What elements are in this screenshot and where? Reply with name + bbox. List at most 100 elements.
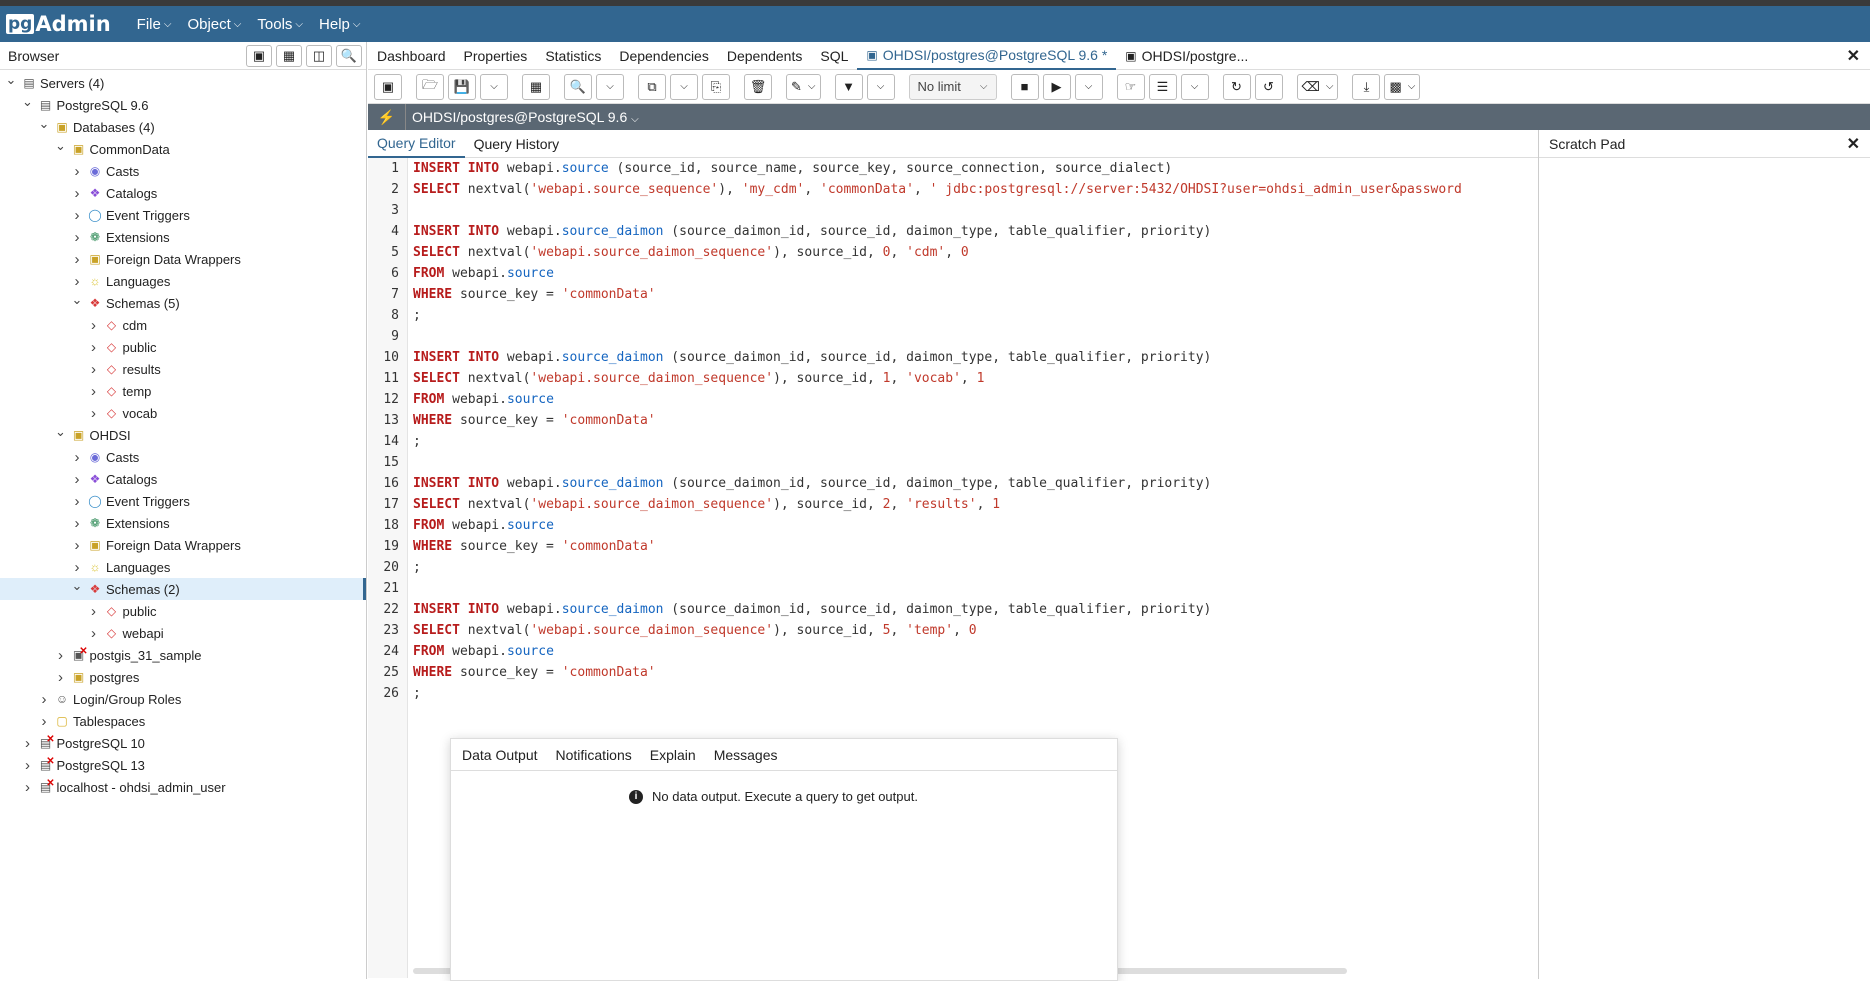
code-line[interactable]: WHERE source_key = 'commonData' bbox=[413, 536, 1462, 557]
tree-node[interactable]: › ☺ Login/Group Roles bbox=[0, 688, 366, 710]
tree-node[interactable]: › ☼ Languages bbox=[0, 556, 366, 578]
chevron-right-icon[interactable]: › bbox=[70, 273, 84, 290]
code-line[interactable]: ; bbox=[413, 557, 1462, 578]
menu-tools[interactable]: Tools ⌵ bbox=[257, 16, 303, 33]
paste-button[interactable]: ⎘ bbox=[702, 73, 730, 100]
connection-select[interactable]: OHDSI/postgres@PostgreSQL 9.6 ⌵ bbox=[412, 109, 639, 125]
menu-file[interactable]: File ⌵ bbox=[137, 16, 172, 33]
tree-node[interactable]: › ▣ Foreign Data Wrappers bbox=[0, 248, 366, 270]
tab-query-tool-2[interactable]: ▣ OHDSI/postgre... bbox=[1116, 42, 1257, 70]
macros-button[interactable]: ▩ ⌵ bbox=[1384, 73, 1421, 100]
chevron-right-icon[interactable]: › bbox=[21, 735, 35, 752]
tree-node[interactable]: › ▤ ✕ localhost - ohdsi_admin_user bbox=[0, 776, 366, 798]
copy-dropdown-button[interactable]: ⌵ bbox=[670, 73, 698, 100]
tree-node[interactable]: › ◇ vocab bbox=[0, 402, 366, 424]
tab-dependencies[interactable]: Dependencies bbox=[610, 42, 718, 70]
tree-node[interactable]: › ❖ Catalogs bbox=[0, 182, 366, 204]
chevron-down-icon[interactable]: ⌄ bbox=[54, 138, 68, 154]
delete-button[interactable]: 🗑 bbox=[744, 73, 772, 100]
chevron-right-icon[interactable]: › bbox=[87, 383, 101, 400]
tree-node[interactable]: › ▣ ✕ postgis_31_sample bbox=[0, 644, 366, 666]
chevron-right-icon[interactable]: › bbox=[87, 317, 101, 334]
close-icon[interactable]: ✕ bbox=[1847, 134, 1860, 154]
tree-node[interactable]: › ▤ ✕ PostgreSQL 10 bbox=[0, 732, 366, 754]
query-tool-button[interactable]: ▣ bbox=[246, 45, 272, 67]
tab-messages[interactable]: Messages bbox=[705, 747, 787, 763]
tree-node[interactable]: › ◯ Event Triggers bbox=[0, 490, 366, 512]
chevron-down-icon[interactable]: ⌄ bbox=[37, 116, 51, 132]
code-line[interactable]: WHERE source_key = 'commonData' bbox=[413, 410, 1462, 431]
commit-button[interactable]: ↻ bbox=[1222, 73, 1251, 100]
chevron-down-icon[interactable]: ⌄ bbox=[4, 72, 18, 88]
tree-node[interactable]: › ◉ Casts bbox=[0, 446, 366, 468]
tab-dependents[interactable]: Dependents bbox=[718, 42, 812, 70]
code-line[interactable]: ; bbox=[413, 431, 1462, 452]
chevron-down-icon[interactable]: ⌄ bbox=[21, 94, 35, 110]
tree-node[interactable]: › ◇ cdm bbox=[0, 314, 366, 336]
code-line[interactable]: INSERT INTO webapi.source_daimon (source… bbox=[413, 473, 1462, 494]
explain-analyze-button[interactable]: ☰ bbox=[1148, 73, 1177, 100]
tree-node[interactable]: ⌄ ❖ Schemas (5) bbox=[0, 292, 366, 314]
execute-button[interactable]: ▶ bbox=[1042, 73, 1071, 100]
save-dropdown-button[interactable]: ⌵ bbox=[480, 73, 508, 100]
tab-query-editor[interactable]: Query Editor bbox=[368, 130, 465, 158]
chevron-down-icon[interactable]: ⌄ bbox=[70, 578, 84, 594]
explain-button[interactable]: ☞ bbox=[1116, 73, 1145, 100]
tree-node[interactable]: › ◉ Casts bbox=[0, 160, 366, 182]
chevron-right-icon[interactable]: › bbox=[37, 691, 51, 708]
tree-node[interactable]: › ❁ Extensions bbox=[0, 512, 366, 534]
code-line[interactable]: SELECT nextval('webapi.source_daimon_seq… bbox=[413, 242, 1462, 263]
chevron-right-icon[interactable]: › bbox=[70, 515, 84, 532]
plug-icon[interactable]: ⚡ bbox=[368, 104, 406, 130]
chevron-right-icon[interactable]: › bbox=[54, 669, 68, 686]
code-line[interactable]: FROM webapi.source bbox=[413, 515, 1462, 536]
tab-query-history[interactable]: Query History bbox=[465, 130, 569, 158]
chevron-right-icon[interactable]: › bbox=[21, 757, 35, 774]
tab-notifications[interactable]: Notifications bbox=[547, 747, 641, 763]
tree-node[interactable]: › ◇ public bbox=[0, 600, 366, 622]
copy-button[interactable]: ⧉ bbox=[638, 73, 666, 100]
edit-button[interactable]: ✎ ⌵ bbox=[786, 73, 821, 100]
tab-properties[interactable]: Properties bbox=[455, 42, 537, 70]
stop-button[interactable]: ■ bbox=[1010, 73, 1039, 100]
chevron-right-icon[interactable]: › bbox=[87, 405, 101, 422]
code-line[interactable] bbox=[413, 326, 1462, 347]
tree-node[interactable]: › ▢ Tablespaces bbox=[0, 710, 366, 732]
tree-node[interactable]: › ▤ ✕ PostgreSQL 13 bbox=[0, 754, 366, 776]
tab-sql[interactable]: SQL bbox=[811, 42, 857, 70]
download-button[interactable]: ⤓ bbox=[1352, 73, 1381, 100]
code-line[interactable]: INSERT INTO webapi.source_daimon (source… bbox=[413, 221, 1462, 242]
chevron-right-icon[interactable]: › bbox=[87, 625, 101, 642]
chevron-right-icon[interactable]: › bbox=[70, 537, 84, 554]
tree-node[interactable]: › ❁ Extensions bbox=[0, 226, 366, 248]
chevron-right-icon[interactable]: › bbox=[37, 713, 51, 730]
query-tool-button[interactable]: ▣ bbox=[374, 73, 402, 100]
tree-node[interactable]: › ☼ Languages bbox=[0, 270, 366, 292]
tree-node[interactable]: ⌄ ▤ Servers (4) bbox=[0, 72, 366, 94]
search-objects-button[interactable]: 🔍 bbox=[336, 45, 362, 67]
code-line[interactable]: FROM webapi.source bbox=[413, 389, 1462, 410]
code-line[interactable]: ; bbox=[413, 683, 1462, 704]
chevron-right-icon[interactable]: › bbox=[87, 603, 101, 620]
code-line[interactable] bbox=[413, 452, 1462, 473]
chevron-right-icon[interactable]: › bbox=[54, 647, 68, 664]
clear-button[interactable]: ⌫ ⌵ bbox=[1296, 73, 1339, 100]
tab-statistics[interactable]: Statistics bbox=[536, 42, 610, 70]
chevron-right-icon[interactable]: › bbox=[70, 207, 84, 224]
chevron-right-icon[interactable]: › bbox=[70, 163, 84, 180]
chevron-down-icon[interactable]: ⌄ bbox=[70, 292, 84, 308]
tree-node[interactable]: › ❖ Catalogs bbox=[0, 468, 366, 490]
chevron-right-icon[interactable]: › bbox=[70, 229, 84, 246]
code-line[interactable]: SELECT nextval('webapi.source_daimon_seq… bbox=[413, 494, 1462, 515]
code-line[interactable]: SELECT nextval('webapi.source_daimon_seq… bbox=[413, 620, 1462, 641]
filtered-rows-button[interactable]: ◫ bbox=[306, 45, 332, 67]
menu-object[interactable]: Object ⌵ bbox=[187, 16, 241, 33]
execute-dropdown-button[interactable]: ⌵ bbox=[1074, 73, 1103, 100]
tree-node[interactable]: › ◇ webapi bbox=[0, 622, 366, 644]
code-line[interactable]: INSERT INTO webapi.source (source_id, so… bbox=[413, 158, 1462, 179]
find-button[interactable]: 🔍 bbox=[564, 73, 592, 100]
sql-code[interactable]: INSERT INTO webapi.source (source_id, so… bbox=[413, 158, 1462, 704]
chevron-right-icon[interactable]: › bbox=[21, 779, 35, 796]
code-line[interactable] bbox=[413, 200, 1462, 221]
tab-query-tool-active[interactable]: ▣ OHDSI/postgres@PostgreSQL 9.6 * bbox=[857, 42, 1117, 70]
